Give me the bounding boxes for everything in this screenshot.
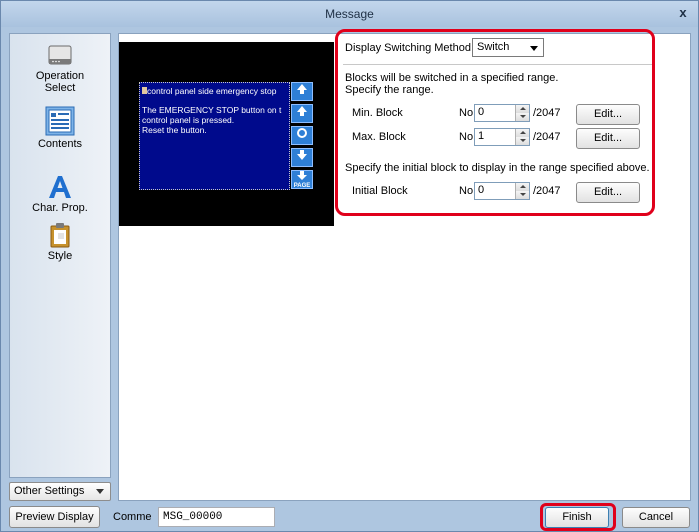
preview-line-2: The EMERGENCY STOP button on t — [142, 105, 282, 115]
chevron-down-icon — [96, 489, 104, 494]
sidebar-item-char-prop[interactable]: Char. Prop. — [10, 174, 110, 214]
initial-block-label: Initial Block — [352, 185, 408, 197]
min-block-edit-button[interactable]: Edit... — [576, 104, 640, 125]
message-dialog: Message x Operation Select Contents Char… — [0, 0, 699, 532]
window-title: Message — [325, 7, 374, 21]
min-block-label: Min. Block — [352, 107, 403, 119]
spin-down-icon[interactable] — [515, 137, 529, 145]
min-block-max: /2047 — [533, 107, 561, 119]
initial-block-edit-button[interactable]: Edit... — [576, 182, 640, 203]
max-block-edit-button[interactable]: Edit... — [576, 128, 640, 149]
initial-block-description: Specify the initial block to display in … — [345, 162, 650, 174]
operation-select-icon — [48, 45, 72, 65]
scroll-down-button — [291, 148, 313, 167]
max-block-label: Max. Block — [352, 131, 406, 143]
initial-block-no-label: No — [459, 185, 474, 197]
min-block-value: 0 — [478, 106, 485, 118]
page-down-label: PAGE — [293, 183, 311, 189]
switching-settings: Display Switching Method Switch Blocks w… — [335, 30, 653, 215]
category-sidebar: Operation Select Contents Char. Prop. St… — [9, 33, 111, 478]
cancel-button[interactable]: Cancel — [622, 507, 690, 528]
max-block-no-label: No — [459, 131, 474, 143]
char-prop-icon — [49, 176, 71, 198]
other-settings-label: Other Settings — [14, 485, 85, 497]
scroll-top-button — [291, 82, 313, 101]
finish-button[interactable]: Finish — [545, 507, 609, 528]
preview-line-3: control panel is pressed. — [142, 115, 235, 125]
scroll-up-button — [291, 104, 313, 123]
spin-down-icon[interactable] — [515, 113, 529, 121]
divider — [343, 64, 653, 65]
sidebar-label-operation-select-1: Operation — [35, 70, 85, 82]
max-block-max: /2047 — [533, 131, 561, 143]
switching-method-label: Display Switching Method — [345, 42, 471, 54]
style-icon — [50, 223, 70, 248]
spin-up-icon[interactable] — [515, 105, 529, 113]
chevron-down-icon — [530, 46, 538, 51]
sidebar-item-style[interactable]: Style — [10, 222, 110, 262]
comment-field[interactable]: MSG_00000 — [158, 507, 275, 527]
sidebar-label-contents: Contents — [37, 138, 83, 150]
preview-line-1: control panel side emergency stop — [142, 86, 287, 96]
up-icon — [297, 106, 307, 116]
range-description-2: Specify the range. — [345, 84, 434, 96]
scroll-page-down-button: PAGE — [291, 170, 313, 189]
initial-block-max: /2047 — [533, 185, 561, 197]
comment-label: Comme — [113, 511, 152, 523]
scroll-reset-button — [291, 126, 313, 145]
bottom-bar: Preview Display Comme MSG_00000 Finish C… — [9, 506, 692, 528]
circle-icon — [297, 128, 307, 138]
initial-block-value: 0 — [478, 184, 485, 196]
preview-line-4: Reset the button. — [142, 125, 207, 135]
initial-block-spinner[interactable]: 0 — [474, 182, 530, 200]
other-settings-dropdown[interactable]: Other Settings — [9, 482, 111, 501]
max-block-spinner[interactable]: 1 — [474, 128, 530, 146]
close-button[interactable]: x — [674, 4, 692, 22]
sidebar-item-contents[interactable]: Contents — [10, 106, 110, 150]
main-panel: control panel side emergency stop The EM… — [118, 29, 691, 501]
up-icon — [297, 84, 307, 94]
max-block-value: 1 — [478, 130, 485, 142]
min-block-spinner[interactable]: 0 — [474, 104, 530, 122]
title-bar: Message x — [1, 1, 698, 27]
min-block-no-label: No — [459, 107, 474, 119]
sidebar-label-style: Style — [47, 250, 73, 262]
spin-down-icon[interactable] — [515, 191, 529, 199]
switching-method-value: Switch — [477, 41, 510, 53]
preview-scroll-buttons: PAGE — [291, 82, 313, 190]
page-down-icon — [297, 171, 307, 180]
sidebar-label-operation-select-2: Select — [44, 82, 76, 94]
switching-method-select[interactable]: Switch — [472, 38, 544, 57]
message-preview: control panel side emergency stop The EM… — [119, 42, 334, 226]
down-icon — [297, 150, 307, 160]
message-display-area: control panel side emergency stop The EM… — [139, 82, 290, 190]
preview-display-button[interactable]: Preview Display — [9, 506, 100, 528]
sidebar-item-operation-select[interactable]: Operation Select — [10, 42, 110, 94]
spin-up-icon[interactable] — [515, 183, 529, 191]
range-description-1: Blocks will be switched in a specified r… — [345, 72, 559, 84]
contents-icon — [45, 106, 75, 136]
sidebar-label-char-prop: Char. Prop. — [32, 202, 88, 214]
spin-up-icon[interactable] — [515, 129, 529, 137]
